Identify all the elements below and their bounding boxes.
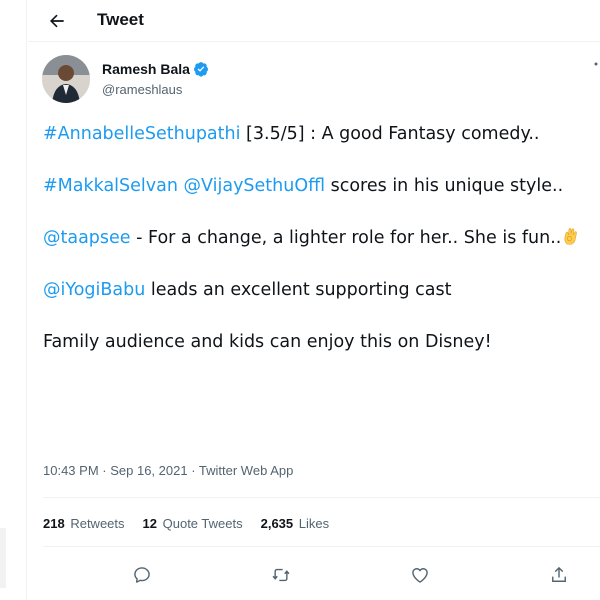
tweet-text-span: - For a change, a lighter role for her..… bbox=[130, 228, 562, 248]
quote-tweets-count: 12 bbox=[142, 516, 157, 531]
mention-link[interactable]: @taapsee bbox=[43, 228, 131, 248]
tweet-meta: 10:43 PM · Sep 16, 2021 · Twitter Web Ap… bbox=[43, 463, 293, 478]
tweet-time[interactable]: 10:43 PM bbox=[43, 463, 99, 478]
retweets-label: Retweets bbox=[70, 516, 125, 531]
avatar[interactable] bbox=[42, 55, 90, 103]
likes-label: Likes bbox=[298, 516, 330, 531]
tweet-text-span: scores in his unique style.. bbox=[325, 176, 564, 196]
sidebar-fragment bbox=[0, 528, 6, 588]
tweet-paragraph: #AnnabelleSethupathi [3.5/5] : A good Fa… bbox=[43, 121, 583, 147]
meta-separator: · bbox=[187, 463, 199, 478]
page-title: Tweet bbox=[97, 10, 144, 29]
tweet-paragraph: @iYogiBabu leads an excellent supporting… bbox=[43, 277, 583, 303]
retweet-button[interactable] bbox=[268, 562, 294, 588]
tweet-text: #AnnabelleSethupathi [3.5/5] : A good Fa… bbox=[43, 121, 583, 381]
back-button[interactable] bbox=[42, 6, 72, 36]
share-button[interactable] bbox=[546, 562, 572, 588]
tweet-column: Tweet Ramesh Bala @rameshlaus #Annabelle… bbox=[28, 0, 600, 600]
hashtag-link[interactable]: #AnnabelleSethupathi bbox=[43, 124, 240, 144]
share-icon bbox=[552, 566, 566, 582]
tweet-source[interactable]: Twitter Web App bbox=[199, 463, 293, 478]
tweet-date[interactable]: Sep 16, 2021 bbox=[110, 463, 187, 478]
verified-badge-icon bbox=[193, 62, 208, 77]
left-sidebar-edge bbox=[0, 0, 27, 600]
tweet-paragraph: Family audience and kids can enjoy this … bbox=[43, 329, 583, 355]
tweet-author: Ramesh Bala @rameshlaus bbox=[42, 55, 600, 107]
quote-tweets-label: Quote Tweets bbox=[162, 516, 243, 531]
retweets-stat[interactable]: 218 Retweets bbox=[43, 516, 125, 531]
tweet-stats: 218 Retweets 12 Quote Tweets 2,635 Likes bbox=[43, 516, 329, 531]
tweet-text-span: [3.5/5] : A good Fantasy comedy.. bbox=[240, 124, 540, 144]
author-handle[interactable]: @rameshlaus bbox=[102, 82, 182, 97]
hashtag-link[interactable]: #MakkalSelvan bbox=[43, 176, 178, 196]
mention-link[interactable]: @iYogiBabu bbox=[43, 280, 145, 300]
like-icon bbox=[412, 568, 428, 583]
more-horizontal-icon bbox=[594, 62, 598, 66]
retweets-count: 218 bbox=[43, 516, 65, 531]
divider bbox=[43, 546, 600, 547]
quote-tweets-stat[interactable]: 12 Quote Tweets bbox=[143, 516, 243, 531]
meta-separator: · bbox=[98, 463, 111, 478]
likes-stat[interactable]: 2,635 Likes bbox=[261, 516, 330, 531]
retweet-icon bbox=[272, 568, 290, 582]
more-options-button[interactable] bbox=[592, 57, 600, 77]
top-bar: Tweet bbox=[28, 0, 600, 42]
name-row: Ramesh Bala bbox=[102, 61, 209, 77]
reply-button[interactable] bbox=[129, 562, 155, 588]
mention-link[interactable]: @VijaySethuOffl bbox=[184, 176, 326, 196]
likes-count: 2,635 bbox=[260, 516, 294, 531]
arrow-left-icon bbox=[50, 14, 64, 28]
avatar-image bbox=[42, 55, 90, 103]
tweet-actions bbox=[43, 560, 600, 590]
tweet-paragraph: #MakkalSelvan @VijaySethuOffl scores in … bbox=[43, 173, 583, 199]
tweet-text-span: leads an excellent supporting cast bbox=[145, 280, 452, 300]
divider bbox=[43, 497, 600, 498]
tweet-paragraph: @taapsee - For a change, a lighter role … bbox=[43, 225, 583, 251]
ok-hand-emoji bbox=[564, 227, 578, 245]
author-name[interactable]: Ramesh Bala bbox=[102, 61, 190, 77]
tweet-text-span: Family audience and kids can enjoy this … bbox=[43, 332, 492, 352]
like-button[interactable] bbox=[407, 562, 433, 588]
reply-icon bbox=[134, 567, 150, 583]
